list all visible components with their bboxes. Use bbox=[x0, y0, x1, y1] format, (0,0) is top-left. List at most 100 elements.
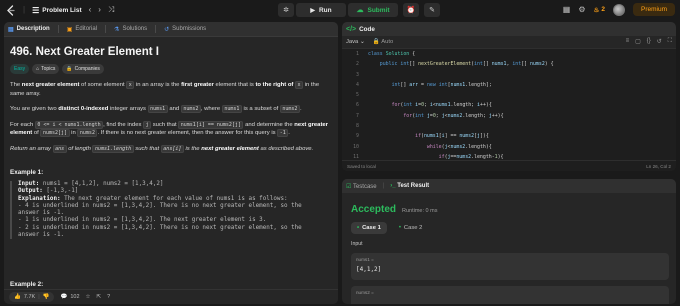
code-line: 5 bbox=[342, 90, 676, 100]
text: , where bbox=[200, 106, 222, 112]
divider: | bbox=[38, 294, 40, 300]
inline-code: 0 <= i < nums1.length bbox=[34, 120, 104, 129]
tab-test-result[interactable]: ›_ Test Result bbox=[390, 183, 429, 189]
streak-counter[interactable]: ♨ 2 bbox=[594, 6, 605, 14]
document-icon: ▤ bbox=[8, 26, 14, 33]
problem-title: 496. Next Greater Element I bbox=[10, 46, 159, 58]
description-paragraph: The next greater element of some element… bbox=[10, 81, 330, 98]
topics-tag[interactable]: ⌂ Topics bbox=[32, 64, 60, 74]
tab-editorial[interactable]: ▣ Editorial bbox=[67, 26, 97, 33]
mode-indicator[interactable]: 🔒 Auto bbox=[373, 39, 393, 45]
favorite-button[interactable]: ☆ bbox=[86, 294, 91, 300]
code-line: 11 if(j==nums2.length-1){ bbox=[342, 152, 676, 159]
description-tabs: ▤ Description ▣ Editorial ⚗ Solutions ↺ … bbox=[4, 22, 338, 37]
code-panel: </> Code Java ⌄ 🔒 Auto ≡ ▢ {} ↺ ⛶ 1 class… bbox=[342, 22, 676, 171]
braces-icon[interactable]: {} bbox=[647, 38, 651, 45]
run-button[interactable]: ▶ Run bbox=[296, 3, 346, 17]
inline-code: nums1 bbox=[221, 105, 242, 113]
user-avatar[interactable] bbox=[612, 3, 625, 16]
line-number: 3 bbox=[356, 71, 359, 78]
code-line: 1 class Solution { bbox=[342, 49, 676, 59]
share-icon: ⇱ bbox=[96, 294, 102, 300]
prev-problem-icon[interactable]: ‹ bbox=[89, 6, 92, 14]
alarm-clock-icon: ⏰ bbox=[406, 7, 416, 14]
companies-tag[interactable]: 🔒 Companies bbox=[62, 64, 104, 74]
tab-description[interactable]: ▤ Description bbox=[8, 26, 50, 33]
code-line: 4 int[] arr = new int[nums1.length]; bbox=[342, 80, 676, 90]
text: Return an array bbox=[10, 145, 53, 152]
timer-button[interactable]: ⏰ bbox=[403, 3, 419, 17]
submit-button[interactable]: ☁ Submit bbox=[348, 3, 398, 17]
share-button[interactable]: ⇱ bbox=[96, 294, 101, 300]
case-2-tab[interactable]: • Case 2 bbox=[393, 222, 428, 234]
notes-button[interactable]: ✎ bbox=[424, 3, 440, 17]
field-value: [4,1,2] bbox=[356, 266, 382, 273]
inline-code: ans bbox=[52, 144, 67, 153]
reset-icon[interactable]: ↺ bbox=[657, 38, 662, 45]
difficulty-badge[interactable]: Easy bbox=[10, 64, 30, 74]
star-icon: ☆ bbox=[85, 294, 91, 300]
text: and bbox=[167, 106, 181, 112]
tab-divider bbox=[155, 25, 157, 33]
code-editor[interactable]: 1 class Solution { 2 public int[] nextGre… bbox=[342, 49, 676, 159]
accepted-label: Accepted bbox=[351, 204, 397, 215]
line-content: class Solution { bbox=[368, 51, 416, 57]
case-1-tab[interactable]: • Case 1 bbox=[351, 222, 387, 234]
line-content: while(j<nums2.length){ bbox=[426, 143, 492, 150]
like-button[interactable]: 👍 7.7K | 👎 bbox=[9, 292, 55, 302]
thumbs-down-icon[interactable]: 👎 bbox=[43, 294, 50, 300]
example-input-value: nums1 = [4,1,2], nums2 = [1,3,4,2] bbox=[39, 181, 164, 187]
problem-list-link[interactable]: ☰ Problem List bbox=[32, 6, 82, 15]
code-brackets-icon: </> bbox=[346, 25, 357, 33]
line-number: 6 bbox=[356, 102, 359, 109]
text: as described above. bbox=[258, 145, 314, 152]
debug-button[interactable]: ✲ bbox=[278, 3, 294, 17]
inline-code: nums1[i] == nums2[j] bbox=[178, 120, 244, 129]
description-paragraph: Return an array ans of length nums1.leng… bbox=[10, 144, 330, 154]
comments-button[interactable]: 💬 102 bbox=[60, 294, 79, 300]
example-explanation-line: - 4 is underlined in nums2 = [1,3,4,2]. … bbox=[18, 202, 302, 209]
language-select[interactable]: Java ⌄ bbox=[346, 39, 365, 45]
feedback-button[interactable]: ? bbox=[107, 294, 110, 300]
tab-testcase[interactable]: ☑ Testcase bbox=[346, 183, 377, 190]
line-number: 5 bbox=[356, 92, 359, 99]
problem-list-label: Problem List bbox=[42, 6, 82, 14]
code-line: 10 while(j<nums2.length){ bbox=[342, 142, 676, 152]
inline-code: nums2 bbox=[279, 105, 300, 113]
line-content: int[] arr = new int[nums1.length]; bbox=[391, 81, 492, 88]
text: , find the index bbox=[103, 121, 144, 128]
submit-label: Submit bbox=[367, 6, 390, 14]
format-align-icon[interactable]: ≡ bbox=[626, 38, 630, 45]
shuffle-icon[interactable]: ⤨ bbox=[108, 6, 114, 14]
line-content: for(int j=0; j<nums2.length; j++){ bbox=[403, 112, 504, 119]
fullscreen-icon[interactable]: ⛶ bbox=[668, 38, 672, 45]
case-1-label: Case 1 bbox=[362, 225, 381, 231]
text: such that bbox=[133, 145, 161, 152]
inline-code: x bbox=[295, 81, 304, 89]
tab-solutions[interactable]: ⚗ Solutions bbox=[114, 26, 147, 33]
next-problem-icon[interactable]: › bbox=[98, 6, 101, 14]
save-status: Saved to local bbox=[347, 163, 376, 169]
tab-divider: | bbox=[382, 183, 385, 189]
text: You are given two bbox=[10, 106, 59, 112]
like-count: 7.7K bbox=[23, 294, 36, 300]
inline-code: j bbox=[143, 120, 152, 129]
tab-submissions[interactable]: ↺ Submissions bbox=[164, 26, 206, 33]
streak-count: 2 bbox=[601, 6, 605, 13]
premium-button[interactable]: Premium bbox=[632, 3, 675, 16]
layout-icon[interactable]: ▦ bbox=[563, 5, 571, 14]
description-paragraph: For each 0 <= i < nums1.length, find the… bbox=[10, 120, 330, 138]
settings-gear-icon[interactable]: ⚙ bbox=[578, 5, 585, 14]
case-2-label: Case 2 bbox=[403, 225, 423, 231]
field-name: nums1 = bbox=[356, 257, 374, 262]
line-content: if(nums1[i] == nums2[j]){ bbox=[415, 133, 489, 140]
play-icon: ▶ bbox=[310, 7, 315, 14]
bookmark-icon[interactable]: ▢ bbox=[635, 38, 641, 45]
run-label: Run bbox=[318, 6, 332, 14]
example-output-key: Output: bbox=[18, 188, 43, 195]
text-bold: first greater bbox=[181, 82, 214, 88]
tab-testcase-label: Testcase bbox=[352, 183, 377, 190]
line-number: 2 bbox=[356, 61, 359, 68]
line-number: 4 bbox=[356, 81, 359, 88]
leetcode-logo-icon[interactable] bbox=[6, 4, 16, 16]
